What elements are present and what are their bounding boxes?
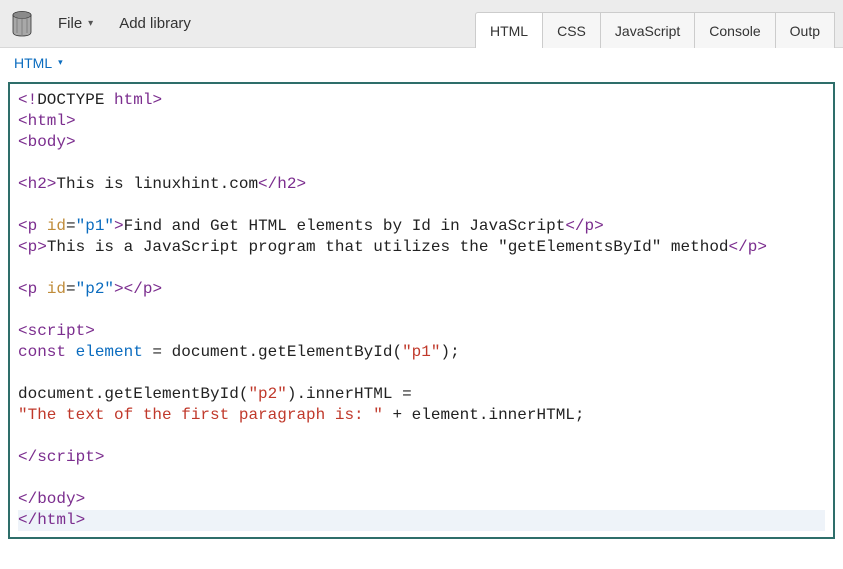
panel-tabs: HTML CSS JavaScript Console Outp <box>475 0 835 47</box>
add-library-button[interactable]: Add library <box>107 9 203 38</box>
current-line: </html> <box>18 510 825 531</box>
code-token: <body> <box>18 133 76 151</box>
code-token: </p> <box>124 280 162 298</box>
code-token: "p1" <box>402 343 440 361</box>
code-token: <p <box>18 217 37 235</box>
add-library-label: Add library <box>119 15 191 32</box>
tab-console-label: Console <box>709 23 760 39</box>
code-token: element <box>66 343 143 361</box>
tab-output-label: Outp <box>790 23 820 39</box>
tab-css[interactable]: CSS <box>542 12 600 48</box>
code-token: <p> <box>18 238 47 256</box>
code-token: ); <box>440 343 459 361</box>
code-token: </p> <box>565 217 603 235</box>
tab-javascript-label: JavaScript <box>615 23 680 39</box>
code-token: > <box>114 217 124 235</box>
code-token: <h2> <box>18 175 56 193</box>
top-toolbar: File ▾ Add library HTML CSS JavaScript C… <box>0 0 843 48</box>
file-menu[interactable]: File ▾ <box>48 9 103 38</box>
code-token: </h2> <box>258 175 306 193</box>
editor-sub-toolbar: HTML ▾ <box>0 48 843 78</box>
tab-output[interactable]: Outp <box>775 12 835 48</box>
code-editor[interactable]: <!DOCTYPE html> <html> <body> <h2>This i… <box>8 82 835 539</box>
html-mode-dropdown[interactable]: HTML ▾ <box>10 51 67 75</box>
code-token: "p2" <box>248 385 286 403</box>
code-token: "p2" <box>76 280 114 298</box>
code-token: <html> <box>18 112 76 130</box>
code-token: This is linuxhint.com <box>56 175 258 193</box>
code-token: id <box>47 217 66 235</box>
tab-javascript[interactable]: JavaScript <box>600 12 694 48</box>
code-token: ipt> <box>66 448 104 466</box>
code-token: "p1" <box>76 217 114 235</box>
code-token: Find and Get HTML elements by Id in Java… <box>124 217 566 235</box>
code-token <box>37 217 47 235</box>
caret-down-icon: ▾ <box>88 18 93 29</box>
code-token: document.getElementById( <box>18 385 248 403</box>
tab-html-label: HTML <box>490 23 528 39</box>
code-token: </p> <box>729 238 767 256</box>
code-token: </scr <box>18 448 66 466</box>
caret-down-icon: ▾ <box>58 57 63 68</box>
code-token: "The text of the first paragraph is: " <box>18 406 383 424</box>
code-token: html <box>104 91 152 109</box>
file-menu-label: File <box>58 15 82 32</box>
tab-console[interactable]: Console <box>694 12 774 48</box>
code-token: DOCTYPE <box>37 91 104 109</box>
code-token <box>37 280 47 298</box>
code-token: </html> <box>18 511 85 529</box>
tab-css-label: CSS <box>557 23 586 39</box>
jsbin-logo-icon[interactable] <box>8 10 36 38</box>
code-token: = <box>66 280 76 298</box>
code-token: + element.innerHTML; <box>383 406 585 424</box>
code-token: <script> <box>18 322 95 340</box>
code-token: <p <box>18 280 37 298</box>
code-token: const <box>18 343 66 361</box>
code-token: = <box>66 217 76 235</box>
code-token: > <box>114 280 124 298</box>
code-token: > <box>152 91 162 109</box>
code-token: id <box>47 280 66 298</box>
code-token: = document.getElementById( <box>143 343 402 361</box>
code-token: This is a JavaScript program that utiliz… <box>47 238 729 256</box>
html-mode-label: HTML <box>14 55 52 71</box>
tab-html[interactable]: HTML <box>475 12 542 48</box>
code-token: <! <box>18 91 37 109</box>
code-token: ).innerHTML = <box>287 385 412 403</box>
code-token: </body> <box>18 490 85 508</box>
